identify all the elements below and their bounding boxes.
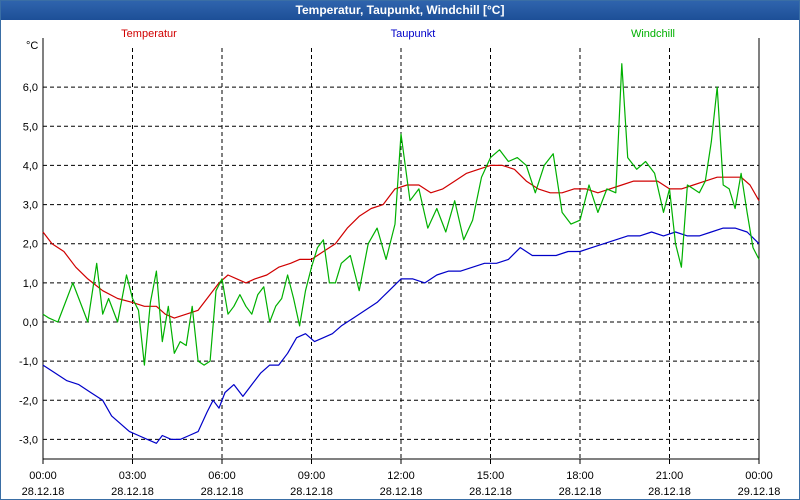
chart-window: Temperatur, Taupunkt, Windchill [°C] -3,… <box>0 0 800 500</box>
x-tick-date-label: 28.12.18 <box>380 486 423 498</box>
x-tick-time-label: 03:00 <box>119 470 147 482</box>
legend-entry-taupunkt: Taupunkt <box>391 28 436 40</box>
series-line-windchill <box>42 63 760 366</box>
x-tick-date-label: 29.12.18 <box>738 486 781 498</box>
chart-plot: -3,0 -2,0 -1,0 0,0 1,0 2,0 3,0 4,0 5,0 6,0 00:00 28… <box>19 28 780 498</box>
y-tick-label: 5,0 <box>23 121 38 133</box>
y-tick-label: 2,0 <box>23 239 38 251</box>
x-tick-time-label: 21:00 <box>656 470 684 482</box>
x-tick-date-label: 28.12.18 <box>290 486 333 498</box>
legend-entry-windchill: Windchill <box>631 28 675 40</box>
x-tick-date-label: 28.12.18 <box>559 486 602 498</box>
x-tick-time-label: 06:00 <box>208 470 236 482</box>
legend-entry-temperatur: Temperatur <box>121 28 177 40</box>
y-tick-label: 6,0 <box>23 82 38 94</box>
y-tick-label: 4,0 <box>23 160 38 172</box>
legend: Temperatur Taupunkt Windchill <box>121 28 675 40</box>
axes: -3,0 -2,0 -1,0 0,0 1,0 2,0 3,0 4,0 5,0 6,0 00:00 28… <box>19 38 780 498</box>
y-tick-label: 3,0 <box>23 200 38 212</box>
x-tick-time-label: 15:00 <box>477 470 505 482</box>
x-tick-time-label: 00:00 <box>745 470 773 482</box>
x-tick-date-label: 28.12.18 <box>201 486 244 498</box>
y-tick-label: -3,0 <box>19 434 38 446</box>
x-tick-date-label: 28.12.18 <box>111 486 154 498</box>
x-tick-time-label: 18:00 <box>566 470 594 482</box>
x-tick-date-label: 28.12.18 <box>648 486 691 498</box>
y-tick-label: 1,0 <box>23 278 38 290</box>
y-tick-label: -2,0 <box>19 395 38 407</box>
x-tick-time-label: 00:00 <box>29 470 57 482</box>
grid <box>43 48 759 459</box>
y-tick-label: 0,0 <box>23 317 38 329</box>
x-tick-date-label: 28.12.18 <box>469 486 512 498</box>
y-axis-unit-label: °C <box>26 40 38 52</box>
y-tick-label: -1,0 <box>19 356 38 368</box>
x-tick-time-label: 09:00 <box>298 470 326 482</box>
x-tick-date-label: 28.12.18 <box>22 486 65 498</box>
x-tick-time-label: 12:00 <box>387 470 415 482</box>
